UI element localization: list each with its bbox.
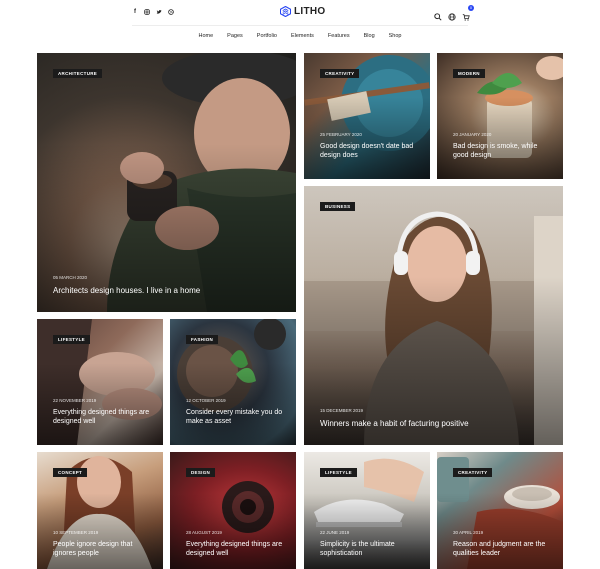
post-date: 05 MARCH 2020 — [53, 275, 88, 280]
category-badge[interactable]: BUSINESS — [320, 202, 356, 211]
site-logo[interactable]: LITHO — [280, 6, 326, 17]
cart-icon[interactable]: 0 — [462, 5, 474, 21]
image-overlay — [37, 53, 296, 312]
post-card-lifestyle-2[interactable]: LIFESTYLE 22 JUNE 2019 Simplicity is the… — [304, 452, 430, 569]
post-date: 30 APRIL 2019 — [453, 530, 484, 535]
nav-item-features[interactable]: Features — [328, 33, 350, 39]
category-badge[interactable]: CREATIVITY — [320, 69, 360, 78]
post-card-fashion[interactable]: FASHION 12 OCTOBER 2019 Consider every m… — [170, 319, 296, 445]
post-title[interactable]: Good design doesn't date bad design does — [320, 142, 418, 160]
post-title[interactable]: Winners make a habit of facturing positi… — [320, 419, 551, 429]
post-date: 28 AUGUST 2019 — [186, 530, 222, 535]
header-tools: 0 — [434, 5, 474, 21]
instagram-icon[interactable] — [144, 8, 150, 16]
post-title[interactable]: Reason and judgment are the qualities le… — [453, 540, 551, 558]
post-card-business[interactable]: BUSINESS 15 DECEMBER 2019 Winners make a… — [304, 186, 563, 445]
header-divider — [132, 25, 468, 26]
category-badge[interactable]: LIFESTYLE — [320, 468, 357, 477]
category-badge[interactable]: CONCEPT — [53, 468, 88, 477]
post-title[interactable]: Architects design houses. I live in a ho… — [53, 286, 284, 296]
post-card-design[interactable]: DESIGN 28 AUGUST 2019 Everything designe… — [170, 452, 296, 569]
category-badge[interactable]: LIFESTYLE — [53, 335, 90, 344]
nav-item-blog[interactable]: Blog — [364, 33, 375, 39]
dribbble-icon[interactable] — [168, 8, 174, 16]
image-overlay — [304, 186, 563, 445]
post-date: 12 OCTOBER 2019 — [186, 398, 226, 403]
post-card-creativity[interactable]: CREATIVITY 25 FEBRUARY 2020 Good design … — [304, 53, 430, 179]
category-badge[interactable]: CREATIVITY — [453, 468, 493, 477]
post-title[interactable]: Everything designed things are designed … — [53, 408, 151, 426]
post-title[interactable]: Simplicity is the ultimate sophisticatio… — [320, 540, 418, 558]
nav-item-home[interactable]: Home — [199, 33, 214, 39]
category-badge[interactable]: DESIGN — [186, 468, 216, 477]
category-badge[interactable]: FASHION — [186, 335, 219, 344]
logo-mark-icon — [280, 6, 291, 17]
facebook-icon[interactable]: f — [132, 8, 138, 16]
post-date: 20 JANUARY 2020 — [453, 132, 492, 137]
post-date: 22 NOVEMBER 2019 — [53, 398, 97, 403]
post-title[interactable]: People ignore design that ignores people — [53, 540, 151, 558]
post-card-concept[interactable]: CONCEPT 10 SEPTEMBER 2019 People ignore … — [37, 452, 163, 569]
twitter-icon[interactable] — [156, 8, 162, 16]
cart-count-badge: 0 — [468, 5, 474, 11]
post-date: 10 SEPTEMBER 2019 — [53, 530, 99, 535]
search-icon[interactable] — [434, 8, 442, 21]
category-badge[interactable]: MODERN — [453, 69, 485, 78]
main-nav: Home Pages Portfolio Elements Features B… — [0, 33, 600, 39]
site-header: f LITHO 0 — [0, 0, 600, 26]
nav-item-shop[interactable]: Shop — [389, 33, 402, 39]
post-date: 25 FEBRUARY 2020 — [320, 132, 362, 137]
nav-item-portfolio[interactable]: Portfolio — [257, 33, 277, 39]
post-card-lifestyle[interactable]: LIFESTYLE 22 NOVEMBER 2019 Everything de… — [37, 319, 163, 445]
logo-text: LITHO — [294, 6, 326, 17]
post-card-creativity-2[interactable]: CREATIVITY 30 APRIL 2019 Reason and judg… — [437, 452, 563, 569]
post-card-architecture[interactable]: ARCHITECTURE 05 MARCH 2020 Architects de… — [37, 53, 296, 312]
post-card-modern[interactable]: MODERN 20 JANUARY 2020 Bad design is smo… — [437, 53, 563, 179]
post-title[interactable]: Bad design is smoke, while good design — [453, 142, 551, 160]
social-links: f — [132, 8, 174, 16]
post-date: 15 DECEMBER 2019 — [320, 408, 364, 413]
post-title[interactable]: Consider every mistake you do make as as… — [186, 408, 284, 426]
post-date: 22 JUNE 2019 — [320, 530, 350, 535]
category-badge[interactable]: ARCHITECTURE — [53, 69, 103, 78]
nav-item-pages[interactable]: Pages — [227, 33, 243, 39]
globe-icon[interactable] — [448, 8, 456, 21]
post-title[interactable]: Everything designed things are designed … — [186, 540, 284, 558]
nav-item-elements[interactable]: Elements — [291, 33, 314, 39]
